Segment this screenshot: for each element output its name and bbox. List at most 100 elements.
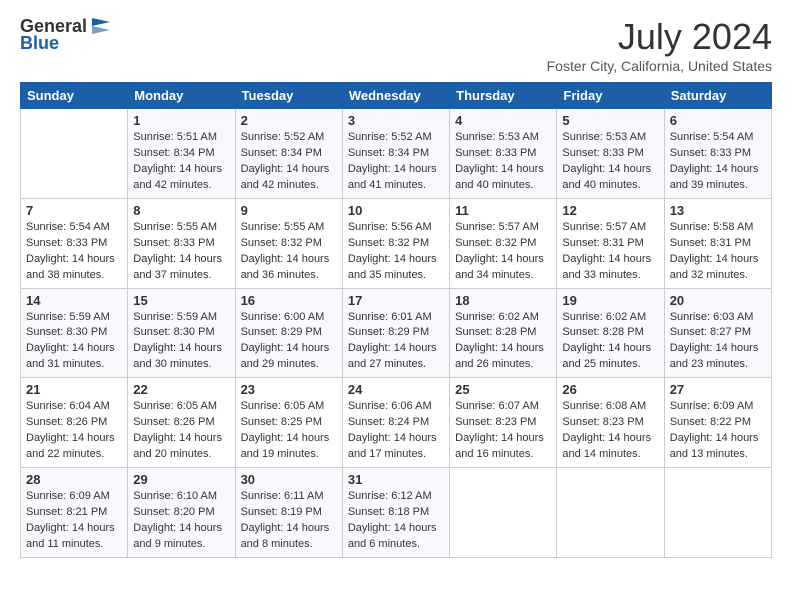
- weekday-header-monday: Monday: [128, 83, 235, 109]
- day-number: 25: [455, 382, 551, 397]
- calendar-cell: 17Sunrise: 6:01 AM Sunset: 8:29 PM Dayli…: [342, 288, 449, 378]
- day-number: 16: [241, 293, 337, 308]
- day-info: Sunrise: 5:59 AM Sunset: 8:30 PM Dayligh…: [133, 310, 229, 374]
- day-info: Sunrise: 6:07 AM Sunset: 8:23 PM Dayligh…: [455, 399, 551, 463]
- calendar-cell: 26 Sunrise: 6:08 AM Sunset: 8:23 PM Dayli…: [557, 378, 664, 468]
- day-number: 6: [670, 113, 766, 128]
- day-number: 11: [455, 203, 551, 218]
- week-row-3: 14 Sunrise: 5:59 AM Sunset: 8:30 PM Dayli…: [21, 288, 772, 378]
- calendar-cell: 5Sunrise: 5:53 AM Sunset: 8:33 PM Daylig…: [557, 109, 664, 199]
- weekday-header-saturday: Saturday: [664, 83, 771, 109]
- logo-flag-icon: [88, 18, 110, 36]
- day-number: 2: [241, 113, 337, 128]
- day-number: 8: [133, 203, 229, 218]
- day-number: 30: [241, 472, 337, 487]
- day-info: Sunrise: 5:53 AM Sunset: 8:33 PM Dayligh…: [455, 130, 551, 194]
- day-number: 13: [670, 203, 766, 218]
- calendar-cell: 16 Sunrise: 6:00 AM Sunset: 8:29 PM Dayli…: [235, 288, 342, 378]
- day-number: 9: [241, 203, 337, 218]
- day-info: Sunrise: 6:09 AM Sunset: 8:21 PM Dayligh…: [26, 489, 122, 553]
- weekday-header-row: SundayMondayTuesdayWednesdayThursdayFrid…: [21, 83, 772, 109]
- calendar-cell: 2 Sunrise: 5:52 AM Sunset: 8:34 PM Daylig…: [235, 109, 342, 199]
- day-info: Sunrise: 6:08 AM Sunset: 8:23 PM Dayligh…: [562, 399, 658, 463]
- logo-blue-text: Blue: [20, 33, 59, 54]
- week-row-5: 28 Sunrise: 6:09 AM Sunset: 8:21 PM Dayli…: [21, 468, 772, 558]
- calendar-cell: 28 Sunrise: 6:09 AM Sunset: 8:21 PM Dayli…: [21, 468, 128, 558]
- day-info: Sunrise: 6:05 AM Sunset: 8:25 PM Dayligh…: [241, 399, 337, 463]
- logo: General Blue: [20, 16, 111, 54]
- day-number: 18: [455, 293, 551, 308]
- calendar-cell: 27Sunrise: 6:09 AM Sunset: 8:22 PM Dayli…: [664, 378, 771, 468]
- day-number: 19: [562, 293, 658, 308]
- calendar-cell: 14 Sunrise: 5:59 AM Sunset: 8:30 PM Dayli…: [21, 288, 128, 378]
- week-row-1: 1 Sunrise: 5:51 AM Sunset: 8:34 PM Daylig…: [21, 109, 772, 199]
- day-info: Sunrise: 6:00 AM Sunset: 8:29 PM Dayligh…: [241, 310, 337, 374]
- day-number: 7: [26, 203, 122, 218]
- calendar-cell: 20Sunrise: 6:03 AM Sunset: 8:27 PM Dayli…: [664, 288, 771, 378]
- day-info: Sunrise: 6:02 AM Sunset: 8:28 PM Dayligh…: [562, 310, 658, 374]
- day-info: Sunrise: 5:52 AM Sunset: 8:34 PM Dayligh…: [241, 130, 337, 194]
- day-number: 28: [26, 472, 122, 487]
- day-info: Sunrise: 6:11 AM Sunset: 8:19 PM Dayligh…: [241, 489, 337, 553]
- weekday-header-sunday: Sunday: [21, 83, 128, 109]
- calendar-cell: 12 Sunrise: 5:57 AM Sunset: 8:31 PM Dayli…: [557, 198, 664, 288]
- day-info: Sunrise: 6:12 AM Sunset: 8:18 PM Dayligh…: [348, 489, 444, 553]
- page-header: General Blue July 2024 Foster City, Cali…: [20, 16, 772, 74]
- day-info: Sunrise: 5:56 AM Sunset: 8:32 PM Dayligh…: [348, 220, 444, 284]
- day-info: Sunrise: 5:58 AM Sunset: 8:31 PM Dayligh…: [670, 220, 766, 284]
- calendar-cell: 23 Sunrise: 6:05 AM Sunset: 8:25 PM Dayli…: [235, 378, 342, 468]
- week-row-2: 7 Sunrise: 5:54 AM Sunset: 8:33 PM Daylig…: [21, 198, 772, 288]
- calendar-cell: 19 Sunrise: 6:02 AM Sunset: 8:28 PM Dayli…: [557, 288, 664, 378]
- day-info: Sunrise: 6:01 AM Sunset: 8:29 PM Dayligh…: [348, 310, 444, 374]
- weekday-header-thursday: Thursday: [450, 83, 557, 109]
- location-subtitle: Foster City, California, United States: [547, 58, 772, 74]
- calendar-cell: 9 Sunrise: 5:55 AM Sunset: 8:32 PM Daylig…: [235, 198, 342, 288]
- day-info: Sunrise: 6:10 AM Sunset: 8:20 PM Dayligh…: [133, 489, 229, 553]
- day-number: 10: [348, 203, 444, 218]
- day-info: Sunrise: 6:09 AM Sunset: 8:22 PM Dayligh…: [670, 399, 766, 463]
- calendar-cell: 22 Sunrise: 6:05 AM Sunset: 8:26 PM Dayli…: [128, 378, 235, 468]
- calendar-cell: [450, 468, 557, 558]
- day-info: Sunrise: 5:57 AM Sunset: 8:31 PM Dayligh…: [562, 220, 658, 284]
- calendar-cell: 31 Sunrise: 6:12 AM Sunset: 8:18 PM Dayli…: [342, 468, 449, 558]
- day-info: Sunrise: 5:59 AM Sunset: 8:30 PM Dayligh…: [26, 310, 122, 374]
- day-info: Sunrise: 5:54 AM Sunset: 8:33 PM Dayligh…: [26, 220, 122, 284]
- calendar-cell: 11 Sunrise: 5:57 AM Sunset: 8:32 PM Dayli…: [450, 198, 557, 288]
- calendar-cell: [664, 468, 771, 558]
- calendar-cell: [557, 468, 664, 558]
- calendar-cell: 29 Sunrise: 6:10 AM Sunset: 8:20 PM Dayli…: [128, 468, 235, 558]
- calendar-cell: 4 Sunrise: 5:53 AM Sunset: 8:33 PM Daylig…: [450, 109, 557, 199]
- day-info: Sunrise: 5:55 AM Sunset: 8:33 PM Dayligh…: [133, 220, 229, 284]
- day-number: 21: [26, 382, 122, 397]
- day-number: 14: [26, 293, 122, 308]
- day-number: 5: [562, 113, 658, 128]
- calendar-cell: 3Sunrise: 5:52 AM Sunset: 8:34 PM Daylig…: [342, 109, 449, 199]
- weekday-header-tuesday: Tuesday: [235, 83, 342, 109]
- day-number: 22: [133, 382, 229, 397]
- day-number: 12: [562, 203, 658, 218]
- calendar-table: SundayMondayTuesdayWednesdayThursdayFrid…: [20, 82, 772, 558]
- day-number: 26: [562, 382, 658, 397]
- day-number: 31: [348, 472, 444, 487]
- day-number: 1: [133, 113, 229, 128]
- day-info: Sunrise: 5:55 AM Sunset: 8:32 PM Dayligh…: [241, 220, 337, 284]
- title-block: July 2024 Foster City, California, Unite…: [547, 16, 772, 74]
- day-number: 3: [348, 113, 444, 128]
- day-number: 23: [241, 382, 337, 397]
- day-number: 29: [133, 472, 229, 487]
- calendar-cell: 24 Sunrise: 6:06 AM Sunset: 8:24 PM Dayli…: [342, 378, 449, 468]
- day-info: Sunrise: 5:57 AM Sunset: 8:32 PM Dayligh…: [455, 220, 551, 284]
- calendar-cell: 18Sunrise: 6:02 AM Sunset: 8:28 PM Dayli…: [450, 288, 557, 378]
- calendar-cell: 1 Sunrise: 5:51 AM Sunset: 8:34 PM Daylig…: [128, 109, 235, 199]
- day-info: Sunrise: 6:05 AM Sunset: 8:26 PM Dayligh…: [133, 399, 229, 463]
- day-info: Sunrise: 6:03 AM Sunset: 8:27 PM Dayligh…: [670, 310, 766, 374]
- week-row-4: 21Sunrise: 6:04 AM Sunset: 8:26 PM Dayli…: [21, 378, 772, 468]
- day-info: Sunrise: 6:06 AM Sunset: 8:24 PM Dayligh…: [348, 399, 444, 463]
- day-info: Sunrise: 5:51 AM Sunset: 8:34 PM Dayligh…: [133, 130, 229, 194]
- calendar-cell: [21, 109, 128, 199]
- day-number: 4: [455, 113, 551, 128]
- calendar-cell: 30 Sunrise: 6:11 AM Sunset: 8:19 PM Dayli…: [235, 468, 342, 558]
- day-number: 24: [348, 382, 444, 397]
- calendar-cell: 21Sunrise: 6:04 AM Sunset: 8:26 PM Dayli…: [21, 378, 128, 468]
- month-year-title: July 2024: [547, 16, 772, 58]
